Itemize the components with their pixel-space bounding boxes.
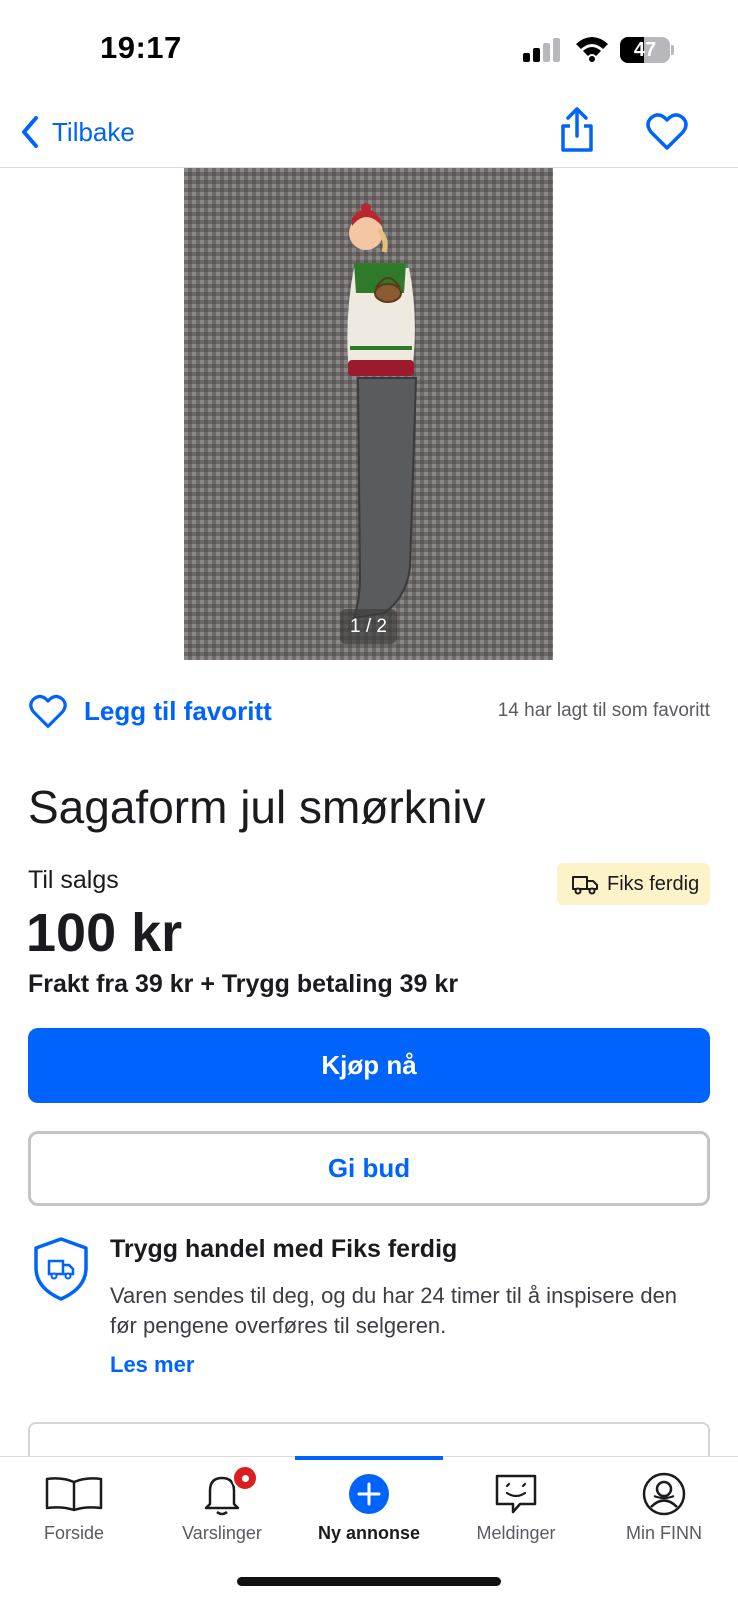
shield-truck-icon — [34, 1237, 88, 1301]
badge-label: Fiks ferdig — [607, 872, 700, 895]
heart-icon — [29, 694, 67, 728]
status-time: 19:17 — [100, 30, 182, 65]
tab-min-finn[interactable]: Min FINN — [590, 1457, 738, 1557]
cellular-signal-icon — [523, 38, 560, 62]
back-label: Tilbake — [52, 116, 135, 147]
chevron-left-icon — [22, 116, 38, 148]
plus-circle-icon — [349, 1474, 389, 1514]
chat-icon — [495, 1474, 537, 1514]
tab-label: Min FINN — [626, 1523, 702, 1543]
favorite-row: Legg til favoritt 14 har lagt til som fa… — [28, 688, 710, 734]
tab-meldinger[interactable]: Meldinger — [442, 1457, 590, 1557]
battery-icon: 47 — [620, 37, 674, 63]
tab-ny-annonse[interactable]: Ny annonse — [295, 1457, 443, 1557]
tab-forside[interactable]: Forside — [0, 1457, 148, 1557]
shipping-info: Frakt fra 39 kr + Trygg betaling 39 kr — [28, 970, 459, 998]
tab-label: Varslinger — [182, 1523, 262, 1543]
battery-level: 47 — [633, 39, 657, 61]
buy-now-button[interactable]: Kjøp nå — [28, 1028, 710, 1103]
add-favorite-label: Legg til favoritt — [84, 695, 272, 726]
tab-label: Meldinger — [476, 1523, 556, 1543]
home-indicator[interactable] — [237, 1577, 501, 1586]
price: 100 kr — [26, 903, 183, 963]
sale-type-label: Til salgs — [28, 866, 119, 894]
truck-icon — [572, 876, 598, 895]
nav-bar: Tilbake — [0, 100, 738, 168]
read-more-link[interactable]: Les mer — [110, 1352, 194, 1378]
wifi-icon — [576, 37, 608, 62]
listing-title: Sagaform jul smørkniv — [28, 781, 486, 833]
tab-varslinger[interactable]: Varslinger — [148, 1457, 296, 1557]
tab-label: Forside — [43, 1523, 105, 1543]
profile-icon — [642, 1472, 686, 1516]
book-icon — [45, 1477, 103, 1512]
back-button[interactable]: Tilbake — [20, 110, 135, 154]
make-bid-button[interactable]: Gi bud — [28, 1131, 710, 1206]
product-image[interactable]: 1 / 2 — [184, 168, 553, 660]
share-icon[interactable] — [555, 106, 599, 154]
safe-trade-text: Varen sendes til deg, og du har 24 timer… — [110, 1283, 678, 1338]
favorite-count: 14 har lagt til som favoritt — [497, 700, 710, 721]
safe-trade-title: Trygg handel med Fiks ferdig — [110, 1235, 458, 1263]
heart-icon[interactable] — [645, 110, 689, 154]
status-bar: 19:17 47 — [0, 0, 738, 100]
add-favorite-button[interactable]: Legg til favoritt — [28, 688, 272, 734]
fiks-ferdig-badge: Fiks ferdig — [557, 863, 710, 905]
notification-badge — [232, 1465, 258, 1491]
image-counter: 1 / 2 — [340, 609, 397, 644]
tab-label: Ny annonse — [317, 1523, 421, 1543]
product-photo — [184, 168, 553, 660]
